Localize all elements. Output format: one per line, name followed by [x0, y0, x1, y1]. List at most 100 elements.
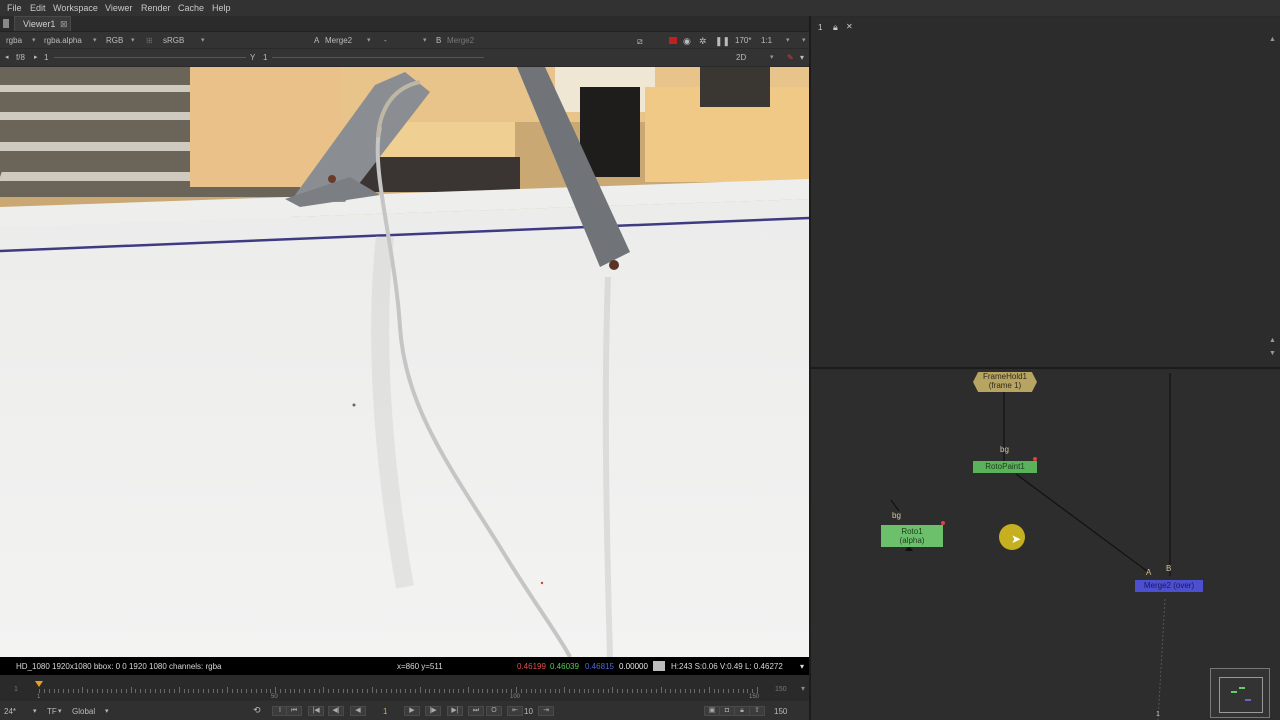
node-framehold[interactable]: FrameHold1 (frame 1) [973, 372, 1037, 392]
timeline-tick [275, 687, 277, 693]
alpha-channel-dropdown[interactable]: rgba.alpha [44, 36, 82, 45]
channels-dropdown[interactable]: rgba [6, 36, 22, 45]
chevron-right-icon[interactable]: ▸ [34, 53, 38, 61]
timeline-tick [472, 689, 474, 693]
refresh-icon[interactable]: ◉ [683, 36, 691, 47]
timeline[interactable]: 1 1 50 100 150 150 ▾ [0, 675, 809, 701]
chevron-left-icon[interactable]: ◂ [5, 53, 9, 61]
capture-icon[interactable]: ◘ [719, 706, 735, 716]
ratio-dropdown[interactable]: 1:1 [761, 36, 772, 45]
scroll-up-icon[interactable]: ▲ [1269, 36, 1276, 43]
minimap-viewport[interactable] [1219, 677, 1263, 713]
pause-icon[interactable]: ❚❚ [715, 36, 730, 47]
close-icon[interactable]: ⊠ [60, 19, 68, 30]
timeline-tick [222, 689, 224, 693]
prev-frame-icon[interactable]: ◀| [328, 706, 344, 716]
input-a-dropdown[interactable]: Merge2 [325, 36, 352, 45]
timeline-tick [101, 689, 103, 693]
scroll-down-icon[interactable]: ▼ [1269, 350, 1276, 357]
step-forward-icon[interactable]: ⇥ [538, 706, 554, 716]
node-rotopaint[interactable]: RotoPaint1 [973, 461, 1037, 473]
compare-mode-dropdown[interactable]: - [384, 36, 387, 45]
chevron-down-icon: ▾ [367, 37, 371, 44]
chevron-down-icon[interactable]: ▾ [801, 684, 805, 693]
skip-start-icon[interactable]: ⏮ [286, 706, 302, 716]
close-all-icon[interactable]: ✕ [846, 22, 853, 31]
pixel-red: 0.46199 [517, 662, 546, 671]
tf-dropdown[interactable]: TF [47, 707, 57, 716]
gain-slider[interactable] [54, 57, 246, 58]
viewer-image[interactable] [0, 67, 809, 657]
timeline-tick [217, 689, 219, 693]
zoom-dropdown[interactable]: 170* [735, 36, 751, 45]
menu-viewer[interactable]: Viewer [105, 3, 132, 13]
tick-label: 100 [510, 694, 521, 700]
node-graph-minimap[interactable] [1210, 668, 1270, 718]
play-backward-icon[interactable]: ◀ [350, 706, 366, 716]
play-forward-icon[interactable]: ▶ [404, 706, 420, 716]
lock-icon[interactable]: 🔒︎ [833, 22, 838, 33]
viewer-tab-row [0, 16, 809, 32]
scroll-up-icon[interactable]: ▲ [1269, 337, 1276, 344]
playhead[interactable] [35, 681, 43, 687]
gear-icon[interactable]: ✲ [699, 36, 707, 47]
viewer-tab[interactable]: Viewer1 ⊠ [14, 16, 71, 31]
timeline-ruler[interactable] [39, 687, 758, 693]
gain-value[interactable]: 1 [44, 53, 48, 62]
view-mode-dropdown[interactable]: 2D [736, 53, 746, 62]
step-back-icon[interactable]: ⇤ [507, 706, 523, 716]
gamma-slider[interactable] [272, 57, 484, 58]
timeline-tick [323, 687, 325, 693]
input-b-letter: B [436, 36, 442, 45]
timeline-tick [559, 689, 561, 693]
export-icon[interactable]: ⇧ [749, 706, 765, 716]
chevron-down-icon[interactable]: ▾ [800, 662, 804, 671]
menu-render[interactable]: Render [141, 3, 171, 13]
next-frame-icon[interactable]: |▶ [425, 706, 441, 716]
tick-label: 1 [37, 694, 41, 700]
proxy-icon[interactable]: ⊞ [146, 36, 153, 45]
timeline-tick [463, 689, 465, 693]
chevron-down-icon: ▾ [33, 708, 37, 715]
skip-end-icon[interactable]: ⏭ [468, 706, 484, 716]
timeline-tick [386, 689, 387, 693]
loop-icon[interactable]: ⟲ [253, 705, 261, 716]
menu-cache[interactable]: Cache [178, 3, 204, 13]
gamma-value[interactable]: 1 [263, 53, 267, 62]
node-graph[interactable]: FrameHold1 (frame 1) bg RotoPaint1 bg Ro… [811, 369, 1280, 720]
pane-menu-icon[interactable] [3, 19, 9, 28]
current-frame-field[interactable]: 1 [383, 707, 387, 716]
menu-help[interactable]: Help [212, 3, 231, 13]
fstop-label: f/8 [16, 53, 25, 62]
display-dropdown[interactable]: RGB [106, 36, 123, 45]
chevron-down-icon: ▾ [802, 37, 806, 44]
flipbook-icon[interactable]: ▣ [704, 706, 720, 716]
lock-icon[interactable]: 🔒︎ [734, 706, 750, 716]
menu-edit[interactable]: Edit [30, 3, 46, 13]
end-frame-field[interactable]: 150 [774, 707, 787, 716]
node-merge[interactable]: Merge2 (over) [1135, 580, 1203, 592]
timeline-tick [111, 689, 113, 693]
input-b-dropdown[interactable]: Merge2 [447, 36, 474, 45]
node-roto[interactable]: Roto1 (alpha) [881, 525, 943, 547]
increment-field[interactable]: 10 [524, 707, 533, 716]
paint-brush-icon[interactable]: ✎ [787, 53, 794, 62]
prev-key-icon[interactable]: |◀ [308, 706, 324, 716]
fps-dropdown[interactable]: 24* [4, 707, 16, 716]
lut-dropdown[interactable]: sRGB [163, 36, 184, 45]
cursor-coords: x=860 y=511 [397, 662, 443, 671]
timeline-tick [554, 689, 556, 693]
pixel-alpha: 0.00000 [619, 662, 648, 671]
timeline-tick [660, 687, 662, 693]
timeline-tick [390, 689, 392, 693]
properties-count[interactable]: 1 [818, 23, 822, 32]
record-icon[interactable] [669, 37, 677, 44]
timeline-tick [255, 689, 257, 693]
mask-icon[interactable]: ⧄ [637, 36, 643, 47]
next-key-icon[interactable]: ▶| [447, 706, 463, 716]
menu-file[interactable]: File [7, 3, 22, 13]
out-point-icon[interactable]: O [486, 706, 502, 716]
menu-workspace[interactable]: Workspace [53, 3, 98, 13]
timeline-tick [106, 689, 108, 693]
range-mode-dropdown[interactable]: Global [72, 707, 95, 716]
